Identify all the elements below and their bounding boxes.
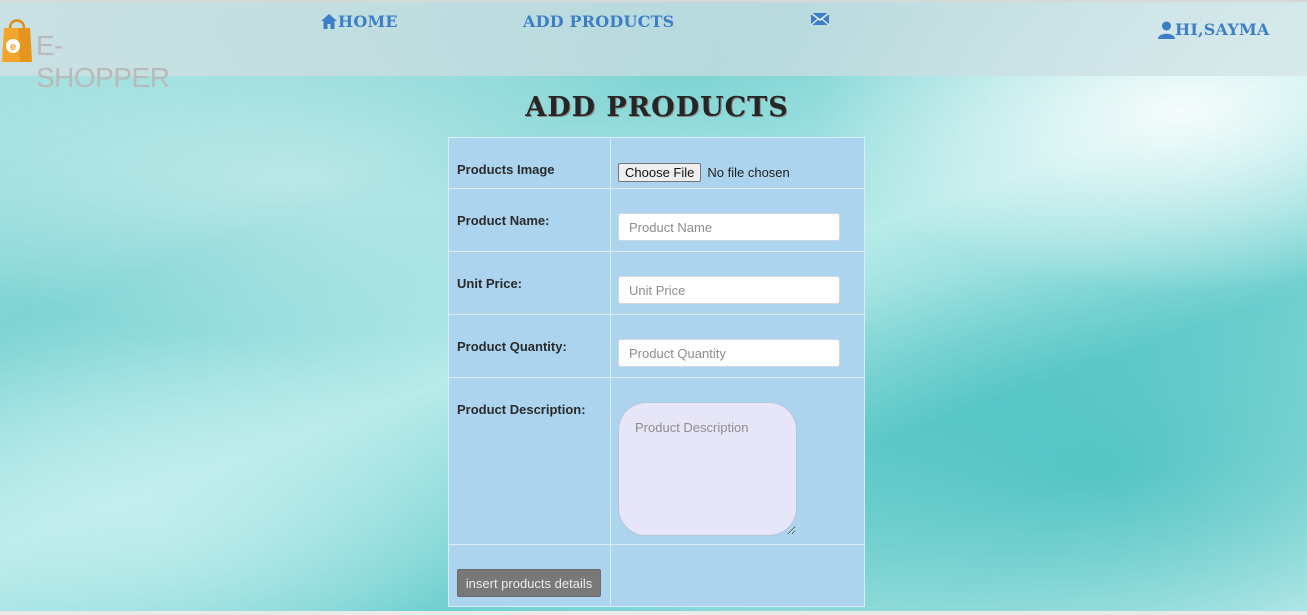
unit-price-label: Unit Price: <box>457 276 523 291</box>
add-product-form: Products Image Choose File No file chose… <box>448 137 865 607</box>
logo-text: E-SHOPPER <box>36 30 170 93</box>
bottom-scrollbar[interactable] <box>0 611 1307 615</box>
form-row-image: Products Image Choose File No file chose… <box>448 137 865 189</box>
nav-user-link[interactable]: HI,SAYMA <box>1158 20 1270 39</box>
label-cell: Products Image <box>448 137 611 189</box>
nav-user-label: HI,SAYMA <box>1175 20 1270 39</box>
form-row-submit: insert products details <box>448 544 865 607</box>
form-row-price: Unit Price: <box>448 251 865 315</box>
empty-cell <box>610 544 865 607</box>
product-quantity-label: Product Quantity: <box>457 339 567 354</box>
file-input: Choose File No file chosen <box>611 138 864 182</box>
product-quantity-input[interactable] <box>618 339 840 367</box>
product-description-textarea[interactable] <box>618 402 797 536</box>
label-cell: Product Quantity: <box>448 314 611 378</box>
choose-file-button[interactable]: Choose File <box>618 163 702 182</box>
input-cell <box>610 251 865 315</box>
logo-letter: e <box>10 41 16 53</box>
file-status-text: No file chosen <box>707 165 790 180</box>
insert-products-button[interactable]: insert products details <box>457 569 601 597</box>
page-title: ADD PRODUCTS <box>525 92 789 123</box>
button-cell: insert products details <box>448 544 611 607</box>
product-name-label: Product Name: <box>457 213 550 228</box>
input-cell <box>610 188 865 252</box>
product-name-input[interactable] <box>618 213 840 241</box>
image-label: Products Image <box>457 162 555 177</box>
home-icon <box>321 14 337 29</box>
label-cell: Unit Price: <box>448 251 611 315</box>
input-cell <box>610 377 865 545</box>
input-cell: Choose File No file chosen <box>610 137 865 189</box>
nav-home-link[interactable]: HOME <box>320 12 398 31</box>
nav-mail-link[interactable] <box>810 11 830 27</box>
form-row-description: Product Description: <box>448 377 865 545</box>
nav-add-products-link[interactable]: ADD PRODUCTS <box>523 12 674 31</box>
site-logo[interactable]: e E-SHOPPER <box>2 6 170 93</box>
top-navbar: e E-SHOPPER HOME ADD PRODUCTS HI,SAYMA <box>0 0 1307 93</box>
nav-add-products-label: ADD PRODUCTS <box>523 12 675 31</box>
input-cell <box>610 314 865 378</box>
shopping-bag-icon: e <box>2 19 32 62</box>
user-icon <box>1158 21 1175 39</box>
product-description-label: Product Description: <box>457 402 586 417</box>
envelope-icon <box>810 12 830 26</box>
nav-home-label: HOME <box>338 12 398 31</box>
form-row-quantity: Product Quantity: <box>448 314 865 378</box>
label-cell: Product Name: <box>448 188 611 252</box>
form-row-name: Product Name: <box>448 188 865 252</box>
unit-price-input[interactable] <box>618 276 840 304</box>
label-cell: Product Description: <box>448 377 611 545</box>
